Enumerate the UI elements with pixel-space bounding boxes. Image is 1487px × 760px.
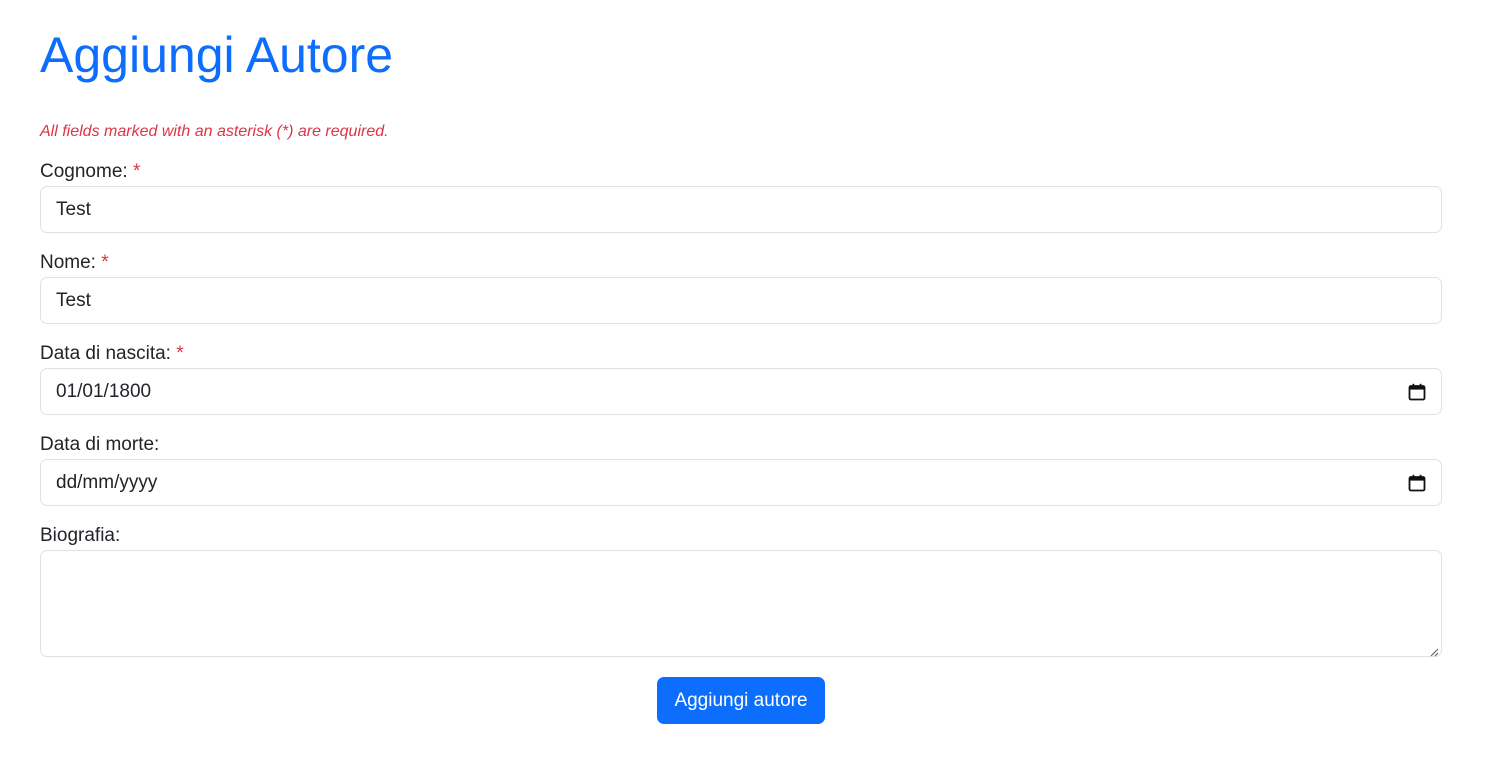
biografia-label: Biografia: xyxy=(40,525,121,546)
data-morte-group: Data di morte: dd/mm/yyyy xyxy=(40,433,1442,506)
data-nascita-label: Data di nascita: * xyxy=(40,342,1442,366)
required-asterisk: * xyxy=(101,252,109,273)
data-morte-placeholder: dd/mm/yyyy xyxy=(56,471,158,493)
cognome-group: Cognome: * xyxy=(40,160,1442,233)
data-nascita-input[interactable]: 01/01/1800 xyxy=(40,368,1442,415)
add-author-button[interactable]: Aggiungi autore xyxy=(657,677,825,724)
required-fields-note: All fields marked with an asterisk (*) a… xyxy=(40,123,389,140)
resize-handle-icon[interactable] xyxy=(1429,644,1439,657)
cognome-label: Cognome: * xyxy=(40,160,1442,184)
nome-field[interactable] xyxy=(40,277,1442,324)
cognome-label-text: Cognome: xyxy=(40,161,128,182)
required-asterisk: * xyxy=(176,343,184,364)
required-asterisk: * xyxy=(132,161,141,182)
biografia-textarea[interactable] xyxy=(40,550,1442,657)
data-morte-input[interactable]: dd/mm/yyyy xyxy=(40,459,1442,506)
nome-label: Nome: * xyxy=(40,251,1442,275)
page: Aggiungi Autore All fields marked with a… xyxy=(0,0,1487,760)
biografia-group: Biografia: xyxy=(40,524,1442,657)
nome-group: Nome: * xyxy=(40,251,1442,324)
nome-input[interactable] xyxy=(56,289,1426,312)
submit-row: Aggiungi autore xyxy=(40,677,1442,724)
cognome-input[interactable] xyxy=(56,198,1426,221)
data-nascita-label-text: Data di nascita: xyxy=(40,343,171,364)
data-nascita-group: Data di nascita: * 01/01/1800 xyxy=(40,342,1442,415)
calendar-icon[interactable] xyxy=(1408,383,1426,401)
data-nascita-value: 01/01/1800 xyxy=(56,380,152,402)
calendar-icon[interactable] xyxy=(1408,474,1426,492)
page-title: Aggiungi Autore xyxy=(40,27,394,83)
nome-label-text: Nome: xyxy=(40,252,96,273)
data-morte-label: Data di morte: xyxy=(40,434,160,455)
cognome-field[interactable] xyxy=(40,186,1442,233)
add-author-form: Cognome: * Nome: * Data di nascita: * 01… xyxy=(40,160,1442,724)
